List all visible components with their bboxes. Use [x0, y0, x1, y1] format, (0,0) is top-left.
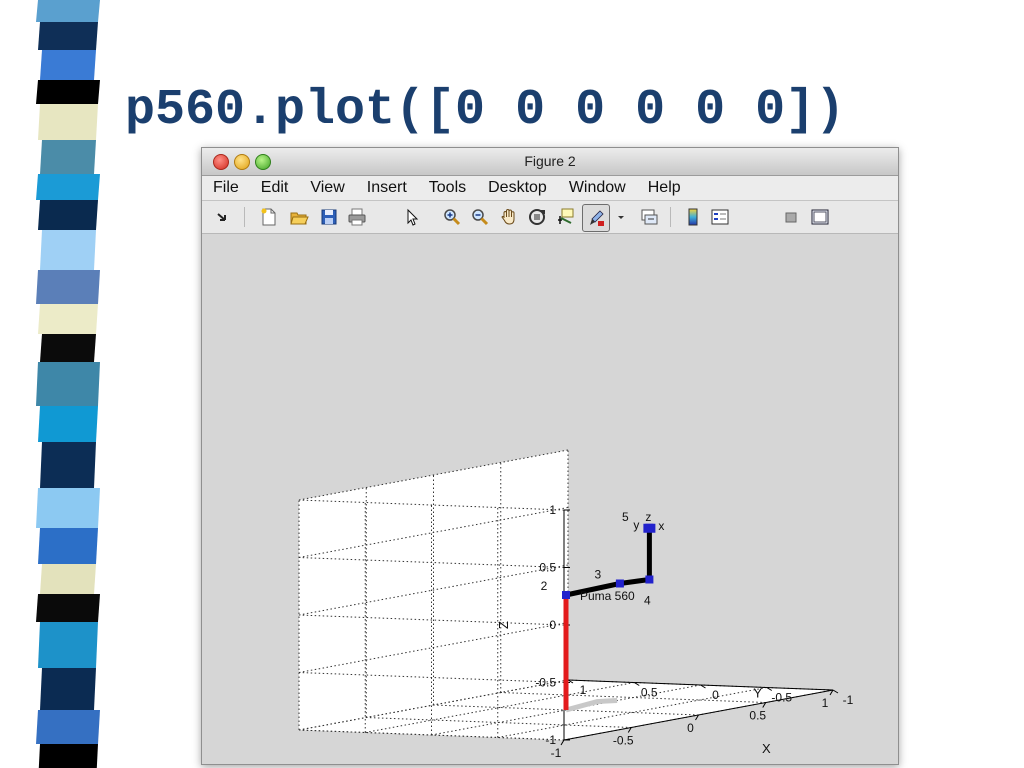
- y-tick-label: -1: [843, 693, 854, 707]
- brush-dropdown-icon[interactable]: [611, 207, 624, 227]
- z-tick-label: 1: [549, 503, 556, 517]
- new-figure-icon[interactable]: [259, 207, 279, 227]
- slide-bar-stripe: [36, 174, 100, 200]
- menu-view[interactable]: View: [299, 176, 355, 200]
- legend-icon[interactable]: [710, 207, 730, 227]
- robot-joint-marker: [562, 591, 570, 599]
- joint-label: 3: [595, 568, 602, 582]
- menu-desktop[interactable]: Desktop: [477, 176, 558, 200]
- wrist-axis-z-label: z: [645, 510, 651, 524]
- slide-bar-stripe: [36, 270, 100, 304]
- x-tick-label: 0.5: [749, 709, 766, 723]
- slide-bar-stripe: [38, 22, 98, 50]
- print-icon[interactable]: [347, 207, 367, 227]
- slide-bar-stripe: [36, 488, 100, 528]
- slide-bar-stripe: [38, 406, 98, 442]
- slide-decoration-bar: [0, 0, 110, 768]
- figure-window: Figure 2 File Edit View Insert Tools Des…: [201, 147, 899, 765]
- x-tick-label: 0: [687, 721, 694, 735]
- toolbar-separator: [244, 207, 245, 227]
- slide-bar-stripe: [36, 710, 100, 744]
- wrist-axis-x-label: x: [658, 519, 664, 533]
- menu-file[interactable]: File: [202, 176, 250, 200]
- robot-name-label: Puma 560: [580, 589, 635, 603]
- wrist-axis-y-label: y: [633, 518, 639, 532]
- menu-help[interactable]: Help: [637, 176, 692, 200]
- rotate-3d-icon[interactable]: [527, 207, 547, 227]
- menu-insert[interactable]: Insert: [356, 176, 418, 200]
- open-file-icon[interactable]: [289, 207, 309, 227]
- slide-bar-stripe: [38, 744, 98, 768]
- slide-bar-stripe: [36, 594, 100, 622]
- menu-window[interactable]: Window: [558, 176, 637, 200]
- zoom-in-icon[interactable]: [442, 207, 462, 227]
- z-axis-label: Z: [496, 621, 511, 629]
- window-title: Figure 2: [524, 153, 576, 169]
- slide-bar-stripe: [40, 334, 96, 362]
- robot-3d-plot[interactable]: -1-1-1-0.5-0.5-0.50000.50.50.5111XYZ2345…: [202, 234, 898, 764]
- z-tick-label: -0.5: [535, 676, 556, 690]
- joint-label: 2: [541, 579, 548, 593]
- menu-tools[interactable]: Tools: [418, 176, 477, 200]
- slide-bar-stripe: [36, 362, 100, 406]
- z-tick-label: 0.5: [539, 561, 556, 575]
- save-icon[interactable]: [319, 207, 339, 227]
- slide-bar-stripe: [38, 528, 98, 564]
- slide-bar-stripe: [36, 80, 100, 104]
- y-tick-label: 1: [580, 683, 587, 697]
- colorbar-icon[interactable]: [683, 207, 703, 227]
- slide-bar-stripe: [40, 50, 96, 80]
- pan-hand-icon[interactable]: [499, 207, 519, 227]
- menu-bar: File Edit View Insert Tools Desktop Wind…: [202, 176, 898, 201]
- y-tick-label: -0.5: [771, 691, 792, 705]
- slide-bar-stripe: [40, 668, 96, 710]
- pointer-icon[interactable]: [402, 207, 422, 227]
- slide-bar-stripe: [36, 0, 100, 22]
- slide-bar-stripe: [40, 140, 96, 174]
- data-cursor-icon[interactable]: [555, 207, 575, 227]
- menu-edit[interactable]: Edit: [250, 176, 300, 200]
- z-tick-label: -1: [545, 733, 556, 747]
- toolbar-separator: [670, 207, 671, 227]
- arrow-icon[interactable]: [212, 207, 232, 227]
- slide-bar-stripe: [38, 622, 98, 668]
- figure-toolbar: [202, 201, 898, 234]
- x-tick-label: -0.5: [613, 734, 634, 748]
- z-tick-label: 0: [549, 618, 556, 632]
- show-plot-tools-icon[interactable]: [810, 207, 830, 227]
- slide-bar-stripe: [38, 200, 98, 230]
- brush-icon[interactable]: [582, 204, 610, 232]
- joint-label: 4: [644, 594, 651, 608]
- robot-joint-marker: [615, 579, 624, 588]
- hide-plot-tools-icon[interactable]: [781, 207, 801, 227]
- zoom-out-icon[interactable]: [470, 207, 490, 227]
- slide-title: p560.plot([0 0 0 0 0 0]): [125, 82, 846, 139]
- x-tick-label: -1: [551, 746, 562, 760]
- link-plot-icon[interactable]: [639, 207, 659, 227]
- y-tick-label: 0: [712, 688, 719, 702]
- robot-wrist-marker: [643, 523, 656, 533]
- y-axis-label: Y: [753, 686, 762, 701]
- y-tick-label: 0.5: [641, 686, 658, 700]
- slide-bar-stripe: [38, 304, 98, 334]
- window-title-bar[interactable]: Figure 2: [202, 148, 898, 176]
- slide-bar-stripe: [40, 442, 96, 488]
- slide-bar-stripe: [40, 230, 96, 270]
- x-tick-label: 1: [822, 696, 829, 710]
- slide-bar-stripe: [38, 104, 98, 140]
- robot-joint-marker: [645, 575, 654, 584]
- slide-bar-stripe: [40, 564, 96, 594]
- x-axis-label: X: [762, 741, 771, 756]
- joint-label: 5: [622, 510, 629, 524]
